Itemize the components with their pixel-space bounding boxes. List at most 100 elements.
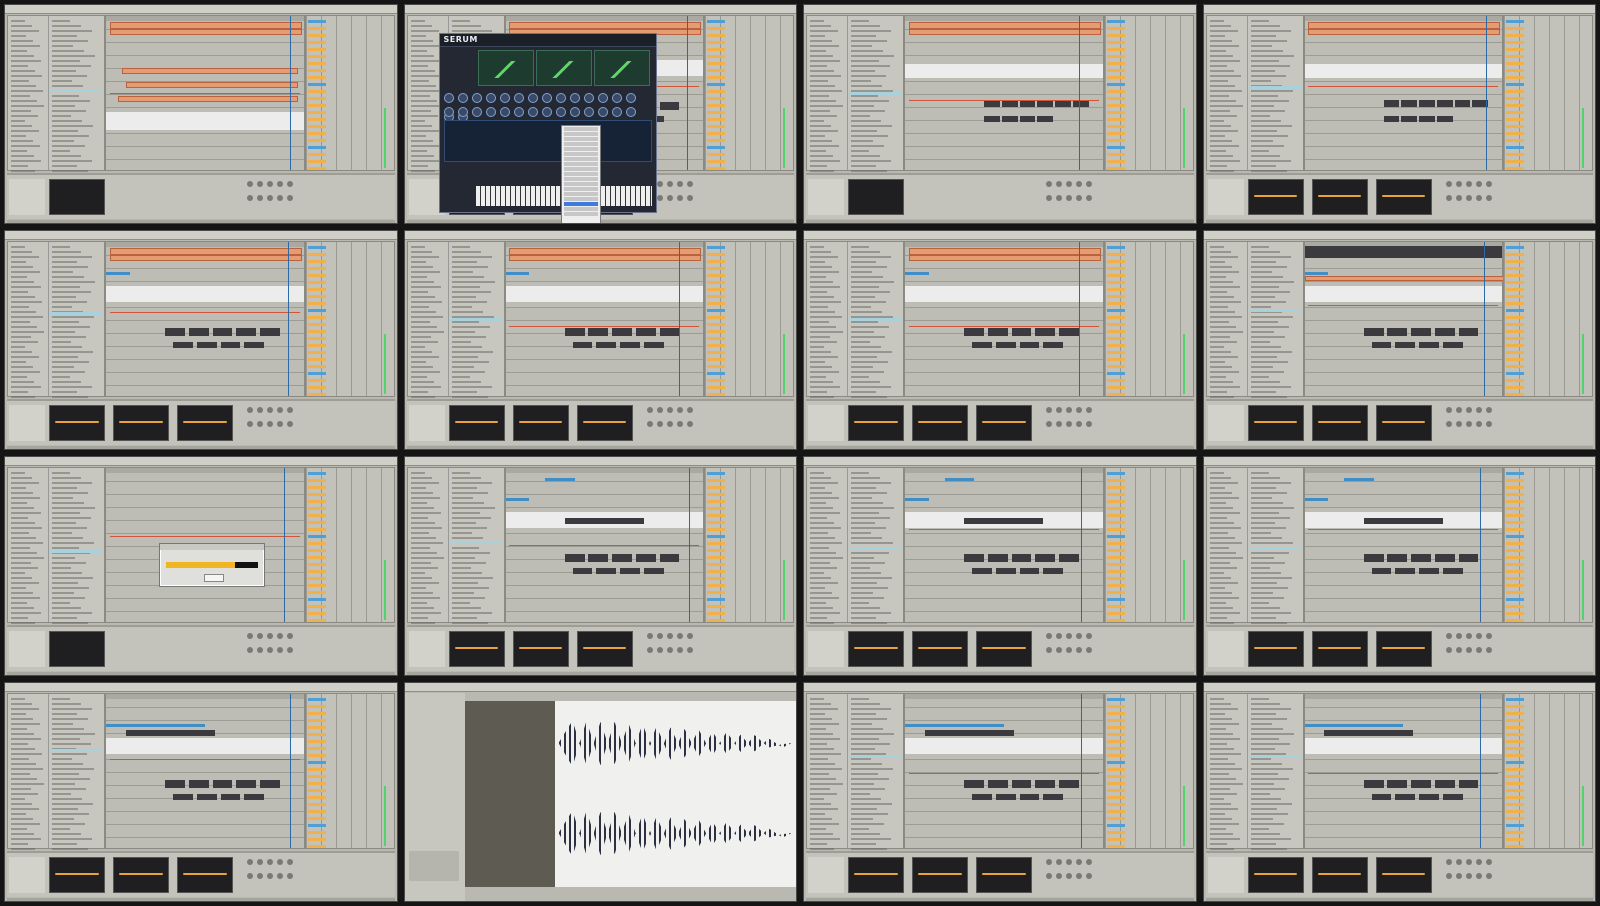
browser-item[interactable]: [810, 517, 827, 519]
browser-file[interactable]: [52, 321, 79, 323]
arrangement-clip[interactable]: [1401, 116, 1418, 122]
browser-file[interactable]: [1250, 55, 1294, 57]
track-header[interactable]: [307, 351, 326, 354]
device-knob[interactable]: [277, 421, 283, 427]
browser-item[interactable]: [810, 768, 842, 770]
track-header[interactable]: [1106, 69, 1125, 72]
browser-item[interactable]: [410, 45, 440, 47]
browser-file[interactable]: [851, 783, 874, 785]
browser-file[interactable]: [1250, 527, 1286, 529]
track-header[interactable]: [707, 111, 725, 114]
browser-item[interactable]: [810, 105, 843, 107]
browser-item[interactable]: [1209, 381, 1233, 383]
arrangement-clip[interactable]: [1308, 22, 1501, 29]
browser-item[interactable]: [810, 798, 824, 800]
browser-item[interactable]: [11, 552, 37, 554]
oscillator-display[interactable]: [593, 50, 650, 86]
arrangement-clip[interactable]: [173, 794, 193, 800]
browser-item[interactable]: [11, 758, 29, 760]
track-header[interactable]: [1506, 288, 1524, 291]
device-knob[interactable]: [1056, 195, 1062, 201]
browser-item[interactable]: [11, 532, 29, 534]
track-header[interactable]: [1506, 393, 1524, 396]
track-header[interactable]: [307, 139, 326, 142]
browser-item[interactable]: [1209, 532, 1228, 534]
browser-item[interactable]: [11, 577, 32, 579]
device-knob[interactable]: [267, 181, 273, 187]
browser-file[interactable]: [451, 351, 493, 353]
browser-item[interactable]: [11, 366, 33, 368]
browser-item[interactable]: [810, 341, 837, 343]
browser-file[interactable]: [451, 557, 475, 559]
browser-item[interactable]: [410, 291, 428, 293]
browser-file[interactable]: [52, 542, 94, 544]
browser-item[interactable]: [410, 271, 440, 273]
menu-item[interactable]: [563, 192, 598, 196]
track-header[interactable]: [307, 344, 326, 347]
browser-item[interactable]: [11, 321, 30, 323]
device-knob[interactable]: [1076, 195, 1082, 201]
browser-item[interactable]: [1209, 607, 1233, 609]
track-header[interactable]: [307, 246, 326, 249]
browser-item[interactable]: [410, 326, 437, 328]
browser-file[interactable]: [1250, 788, 1285, 790]
browser-item[interactable]: [1209, 321, 1229, 323]
browser-item[interactable]: [410, 251, 432, 253]
arrangement-clip[interactable]: [260, 780, 280, 788]
arrangement-clip[interactable]: [635, 554, 656, 562]
track-header[interactable]: [307, 104, 326, 107]
browser-item[interactable]: [810, 778, 836, 780]
browser-file[interactable]: [851, 381, 880, 383]
browser-file[interactable]: [52, 728, 84, 730]
browser-file[interactable]: [851, 145, 884, 147]
browser-file[interactable]: [851, 251, 880, 253]
browser-file[interactable]: [851, 105, 874, 107]
device-knob[interactable]: [686, 195, 693, 201]
browser-item[interactable]: [1209, 537, 1235, 539]
browser-item[interactable]: [1209, 708, 1238, 710]
browser-item[interactable]: [410, 617, 428, 619]
knob[interactable]: [541, 107, 552, 117]
track-header[interactable]: [307, 486, 326, 489]
browser-item[interactable]: [11, 65, 28, 67]
menu-item[interactable]: [563, 197, 598, 201]
browser-file[interactable]: [851, 30, 891, 32]
arrangement-clip[interactable]: [1304, 246, 1502, 258]
browser-file[interactable]: [1250, 306, 1271, 308]
track-header[interactable]: [307, 27, 326, 30]
timeline-ruler[interactable]: [505, 242, 703, 247]
browser-file[interactable]: [52, 547, 79, 549]
track-header[interactable]: [1506, 810, 1524, 813]
arrangement-clip[interactable]: [212, 780, 233, 788]
knob[interactable]: [513, 107, 524, 117]
browser-file[interactable]: [1250, 291, 1290, 293]
track-header[interactable]: [1506, 719, 1524, 722]
device-knob[interactable]: [676, 195, 683, 201]
browser-item[interactable]: [1209, 105, 1243, 107]
track-header[interactable]: [307, 563, 326, 566]
track-header[interactable]: [1106, 260, 1125, 263]
browser-file[interactable]: [52, 472, 70, 474]
browser-item[interactable]: [11, 95, 30, 97]
browser-file[interactable]: [52, 391, 77, 393]
browser-item[interactable]: [410, 346, 425, 348]
browser-file[interactable]: [851, 110, 885, 112]
browser-file[interactable]: [1250, 833, 1280, 835]
track-header[interactable]: [707, 556, 725, 559]
browser-item[interactable]: [410, 592, 433, 594]
arrangement-clip[interactable]: [972, 794, 992, 800]
browser-item[interactable]: [410, 522, 435, 524]
track-header[interactable]: [1106, 104, 1125, 107]
device-knob[interactable]: [287, 407, 293, 413]
browser-item[interactable]: [410, 266, 433, 268]
browser-item[interactable]: [810, 567, 837, 569]
browser-file[interactable]: [851, 622, 887, 624]
browser-file[interactable]: [451, 381, 481, 383]
timeline-ruler[interactable]: [106, 694, 304, 699]
track-header[interactable]: [307, 542, 326, 545]
track-header[interactable]: [307, 153, 326, 156]
arrangement-clip[interactable]: [1308, 29, 1501, 35]
track-header[interactable]: [1106, 76, 1125, 79]
browser-file[interactable]: [52, 572, 82, 574]
browser-item[interactable]: [1209, 612, 1240, 614]
